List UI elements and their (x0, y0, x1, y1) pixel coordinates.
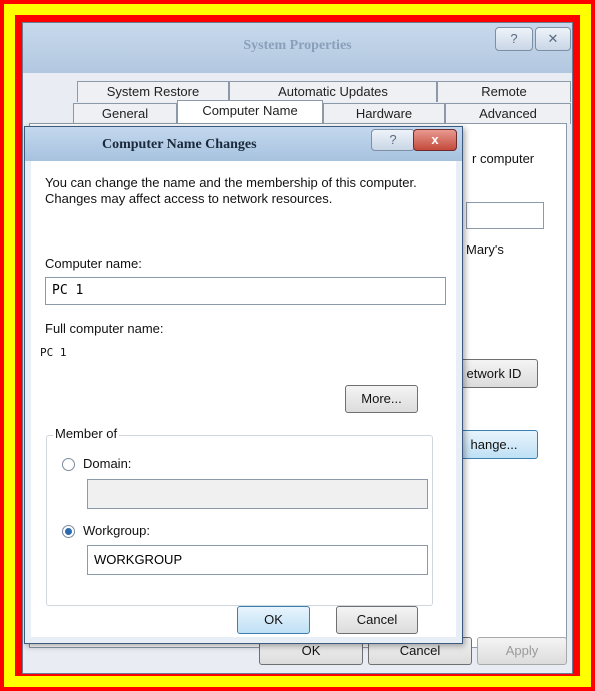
computer-name-label: Computer name: (45, 256, 142, 271)
tab-computer-name[interactable]: Computer Name (177, 100, 323, 124)
full-computer-name-value: PC 1 (40, 346, 67, 359)
member-of-label: Member of (53, 426, 120, 441)
computer-name-input[interactable]: PC 1 (45, 277, 446, 305)
tab-system-restore[interactable]: System Restore (77, 81, 229, 102)
help-icon[interactable]: ? (495, 27, 533, 51)
dialog-description: You can change the name and the membersh… (45, 175, 417, 206)
dialog-close-icon[interactable]: x (413, 129, 457, 151)
tab-general[interactable]: General (73, 103, 177, 124)
network-id-button[interactable]: etwork ID (450, 359, 538, 388)
dialog-ok-button[interactable]: OK (237, 606, 310, 634)
system-properties-titlebar: System Properties ? ✕ (23, 23, 572, 73)
workgroup-input[interactable]: WORKGROUP (87, 545, 428, 575)
more-button[interactable]: More... (345, 385, 418, 413)
description-field-peek[interactable] (466, 202, 544, 229)
apply-button[interactable]: Apply (477, 637, 567, 665)
domain-radio[interactable] (62, 458, 75, 471)
tab-hardware[interactable]: Hardware (323, 103, 445, 124)
system-properties-title: System Properties (243, 38, 352, 53)
radio-selected-dot (65, 528, 72, 535)
tab-automatic-updates[interactable]: Automatic Updates (229, 81, 437, 102)
dialog-body: You can change the name and the membersh… (31, 161, 456, 637)
workgroup-radio[interactable] (62, 525, 75, 538)
dialog-title: Computer Name Changes (102, 137, 257, 152)
computer-description-peek: r computer (472, 151, 535, 166)
change-button[interactable]: hange... (450, 430, 538, 459)
close-icon[interactable]: ✕ (535, 27, 571, 51)
workgroup-label: Workgroup: (83, 523, 150, 538)
computer-name-changes-dialog: Computer Name Changes ? x You can change… (24, 126, 463, 644)
dialog-titlebar: Computer Name Changes ? x (25, 127, 462, 161)
tab-advanced[interactable]: Advanced (445, 103, 571, 124)
full-computer-name-label: Full computer name: (45, 321, 164, 336)
tab-remote[interactable]: Remote (437, 81, 571, 102)
dialog-cancel-button[interactable]: Cancel (336, 606, 418, 634)
dialog-help-icon[interactable]: ? (371, 129, 415, 151)
domain-label: Domain: (83, 456, 132, 471)
domain-input[interactable] (87, 479, 428, 509)
full-name-peek: Mary's (466, 242, 504, 257)
